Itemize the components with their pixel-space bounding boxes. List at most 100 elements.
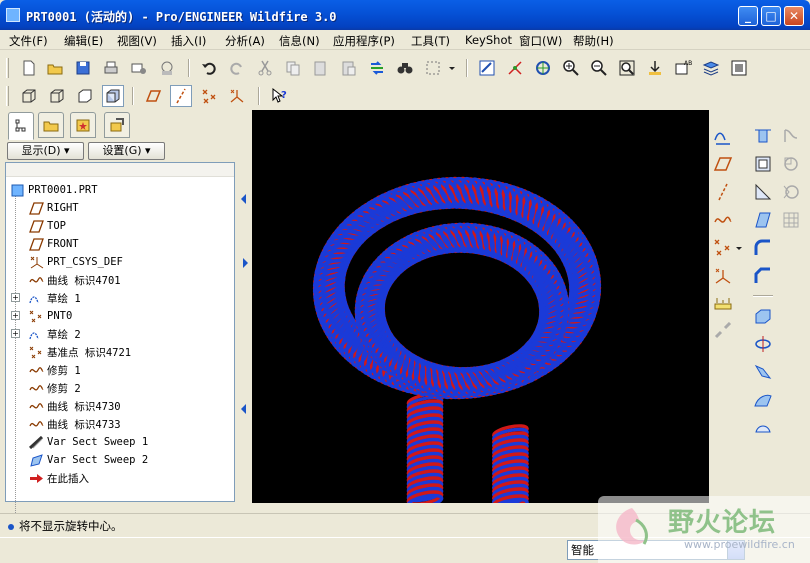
round-tool-icon[interactable] [751,236,775,260]
menu-keyshot[interactable]: KeyShot [465,33,512,47]
collapse-left-arrow-icon[interactable] [241,404,246,414]
menu-tools[interactable]: 工具(T) [411,33,450,49]
menu-help[interactable]: 帮助(H) [573,33,614,49]
hole-tool-icon[interactable] [751,124,775,148]
tree-scrollbar[interactable] [6,163,234,177]
boundary-blend-tool-icon[interactable] [751,416,775,440]
tree-item[interactable]: Var Sect Sweep 1 [28,434,148,450]
blend-tool-icon[interactable] [751,388,775,412]
menu-analysis[interactable]: 分析(A) [225,33,265,49]
saved-views-icon[interactable]: AB [672,57,694,79]
tab-folder-browser[interactable] [38,112,64,138]
no-hidden-icon[interactable] [74,85,96,107]
draft-tool-icon[interactable] [751,208,775,232]
paste-special-icon[interactable] [338,57,360,79]
tree-item[interactable]: PRT_CSYS_DEF [28,254,123,270]
datum-planes-toggle-icon[interactable] [142,85,164,107]
undo-icon[interactable] [198,57,220,79]
analysis-tool-icon[interactable] [711,292,735,316]
menu-applications[interactable]: 应用程序(P) [333,33,395,49]
sketch-tool-icon[interactable] [711,124,735,148]
zoom-out-icon[interactable] [588,57,610,79]
revolve-tool-icon[interactable] [751,332,775,356]
open-folder-icon[interactable] [44,57,66,79]
extrude-tool-icon[interactable] [751,304,775,328]
expand-toggle[interactable]: + [11,329,20,338]
send-mail-icon[interactable] [128,57,150,79]
minimize-button[interactable]: _ [738,6,758,26]
tree-item[interactable]: 曲线 标识4730 [28,398,121,414]
expand-right-arrow-icon[interactable] [243,258,248,268]
grid-tool-icon[interactable] [779,208,803,232]
regenerate-icon[interactable] [366,57,388,79]
datum-plane-tool-icon[interactable] [711,152,735,176]
tree-item-insert-here[interactable]: 在此插入 [28,470,89,486]
datum-curve-tool-icon[interactable] [711,208,735,232]
tree-item[interactable]: 修剪 1 [28,362,81,378]
menu-insert[interactable]: 插入(I) [171,33,206,49]
toolbar-grip[interactable] [6,86,9,106]
datum-point-tool-icon[interactable] [711,236,735,260]
spring-model[interactable] [252,110,709,503]
select-dropdown-icon[interactable] [446,57,458,79]
menu-file[interactable]: 文件(F) [9,33,48,49]
redo-icon[interactable] [226,57,248,79]
cut-icon[interactable] [254,57,276,79]
print-icon[interactable] [100,57,122,79]
reorient-icon[interactable] [644,57,666,79]
spin-center-icon[interactable] [504,57,526,79]
layers-icon[interactable] [700,57,722,79]
expand-toggle[interactable]: + [11,293,20,302]
menu-window[interactable]: 窗口(W) [519,33,562,49]
zoom-in-icon[interactable] [560,57,582,79]
expand-toggle[interactable]: + [11,311,20,320]
tab-model-tree[interactable] [8,112,34,140]
link-tool-icon[interactable] [711,320,735,344]
title-bar[interactable]: PRT0001 (活动的) - Pro/ENGINEER Wildfire 3.… [0,0,810,30]
tree-item[interactable]: Var Sect Sweep 2 [28,452,148,468]
rib-tool-icon[interactable] [751,180,775,204]
shading-icon[interactable] [102,85,124,107]
save-icon[interactable] [72,57,94,79]
maximize-button[interactable]: □ [761,6,781,26]
pattern-tool-icon[interactable] [779,152,803,176]
datum-point-dropdown-icon[interactable] [733,236,745,260]
show-dropdown-button[interactable]: 显示(D) ▾ [7,142,84,160]
close-button[interactable]: ✕ [784,6,804,26]
var-sect-sweep-tool-icon[interactable] [751,360,775,384]
tree-item[interactable]: 草绘 1 [28,290,81,306]
tab-connections[interactable] [104,112,130,138]
settings-dropdown-button[interactable]: 设置(G) ▾ [88,142,165,160]
csys-tool-icon[interactable] [711,264,735,288]
select-box-icon[interactable] [422,57,444,79]
repaint-icon[interactable] [476,57,498,79]
context-help-icon[interactable]: ? [268,85,290,107]
wireframe-icon[interactable] [18,85,40,107]
orient-mode-icon[interactable] [532,57,554,79]
tree-item[interactable]: FRONT [28,236,79,252]
menu-view[interactable]: 视图(V) [117,33,157,49]
shell-tool-icon[interactable] [751,152,775,176]
collapse-left-arrow-icon[interactable] [241,194,246,204]
tree-item[interactable]: 修剪 2 [28,380,81,396]
new-file-icon[interactable] [18,57,40,79]
tab-favorites[interactable] [70,112,96,138]
view-manager-icon[interactable] [728,57,750,79]
refit-icon[interactable] [616,57,638,79]
csys-toggle-icon[interactable] [226,85,248,107]
datum-axes-toggle-icon[interactable] [170,85,192,107]
find-binoculars-icon[interactable] [394,57,416,79]
cosmetic-tool-icon[interactable] [779,124,803,148]
hidden-line-icon[interactable] [46,85,68,107]
tree-item[interactable]: 草绘 2 [28,326,81,342]
copy-icon[interactable] [282,57,304,79]
panel-splitter[interactable] [238,110,252,503]
tree-item[interactable]: RIGHT [28,200,79,216]
datum-axis-tool-icon[interactable] [711,180,735,204]
toolbar-grip[interactable] [6,58,9,78]
menu-info[interactable]: 信息(N) [279,33,320,49]
tree-item[interactable]: 基准点 标识4721 [28,344,131,360]
chamfer-tool-icon[interactable] [751,264,775,288]
menu-edit[interactable]: 编辑(E) [64,33,103,49]
mirror-tool-icon[interactable] [779,180,803,204]
